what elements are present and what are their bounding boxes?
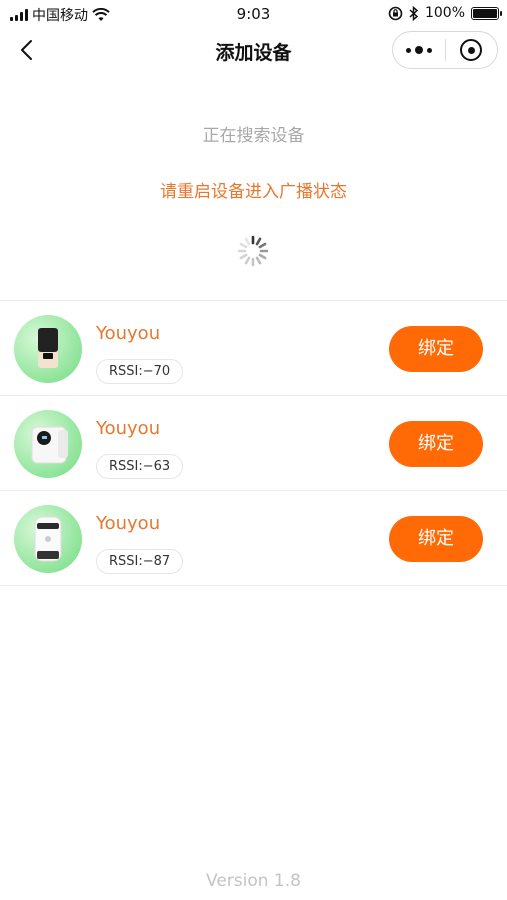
device-name: Youyou	[96, 513, 161, 534]
rssi-badge: RSSI:−87	[96, 549, 184, 574]
target-close-icon	[460, 39, 483, 61]
bluetooth-icon	[409, 5, 419, 21]
navigation-bar: 添加设备	[0, 28, 507, 72]
lock-rotation-icon	[388, 6, 403, 20]
device-thumbnail-1	[14, 315, 82, 383]
search-status-text: 正在搜索设备	[202, 126, 305, 146]
device-name: Youyou	[96, 418, 161, 439]
version-label: Version 1.8	[206, 871, 301, 891]
device-list: Youyou RSSI:−70 绑定 Youyou RSSI:−63 绑定 Yo…	[0, 300, 507, 586]
status-right: 100%	[388, 5, 502, 21]
device-thumbnail-2	[14, 410, 82, 478]
device-row: Youyou RSSI:−87 绑定	[0, 491, 507, 586]
loading-spinner-icon	[237, 235, 269, 267]
close-button[interactable]	[445, 32, 497, 68]
battery-percent: 100%	[424, 5, 465, 21]
bind-button[interactable]: 绑定	[389, 516, 483, 562]
rssi-badge: RSSI:−70	[96, 359, 184, 384]
status-bar: 中国移动 9:03 100%	[0, 0, 507, 28]
device-row: Youyou RSSI:−63 绑定	[0, 396, 507, 491]
rssi-badge: RSSI:−63	[96, 454, 184, 479]
more-dots-icon	[405, 46, 432, 54]
device-name: Youyou	[96, 323, 161, 344]
device-row: Youyou RSSI:−70 绑定	[0, 301, 507, 396]
bind-button[interactable]: 绑定	[389, 421, 483, 467]
mini-program-capsule	[392, 31, 498, 69]
more-button[interactable]	[393, 32, 445, 68]
bind-button[interactable]: 绑定	[389, 326, 483, 372]
device-thumbnail-3	[14, 505, 82, 573]
restart-hint-text: 请重启设备进入广播状态	[160, 182, 347, 202]
battery-icon	[471, 6, 502, 20]
